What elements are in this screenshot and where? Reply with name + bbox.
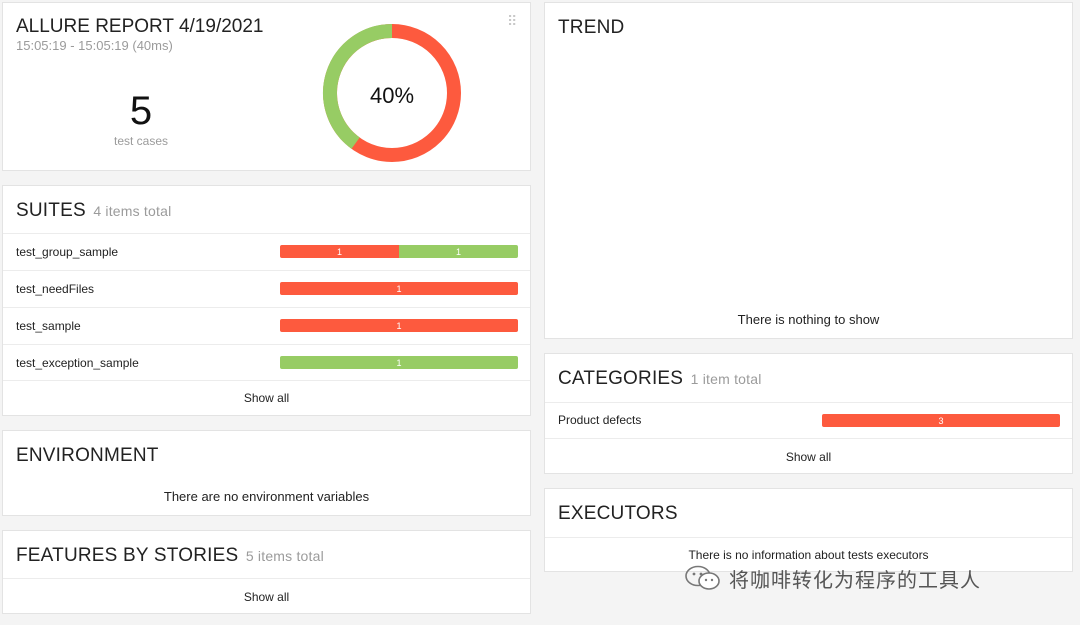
categories-widget: CATEGORIES 1 item total Product defects … <box>544 353 1073 474</box>
features-total: 5 items total <box>245 548 324 564</box>
watermark: 将咖啡转化为程序的工具人 <box>683 563 981 593</box>
test-case-count-label: test cases <box>113 134 169 148</box>
suite-status-bar[interactable]: 1 <box>280 356 518 369</box>
executors-title: EXECUTORS <box>558 503 678 524</box>
category-status-bar[interactable]: 3 <box>822 414 1060 427</box>
suites-widget: SUITES 4 items total test_group_sample 1… <box>2 185 531 416</box>
failed-segment[interactable]: 1 <box>280 282 518 295</box>
trend-widget: TREND There is nothing to show <box>544 2 1073 339</box>
features-title: FEATURES BY STORIES <box>16 545 239 566</box>
failed-segment[interactable]: 1 <box>280 319 518 332</box>
show-all-row: Show all <box>545 438 1072 474</box>
summary-time: 15:05:19 - 15:05:19 (40ms) <box>16 38 173 53</box>
test-case-count: 5 <box>129 89 153 133</box>
suite-row[interactable]: test_exception_sample 1 <box>3 344 530 380</box>
features-show-all-link[interactable]: Show all <box>3 590 530 604</box>
suite-name: test_exception_sample <box>16 356 139 370</box>
environment-empty-message: There are no environment variables <box>163 489 370 504</box>
show-all-row: Show all <box>3 578 530 614</box>
features-widget: FEATURES BY STORIES 5 items total Show a… <box>2 530 531 614</box>
suites-show-all-link[interactable]: Show all <box>3 391 530 405</box>
suite-status-bar[interactable]: 1 <box>280 319 518 332</box>
suite-name: test_sample <box>16 319 81 333</box>
categories-title: CATEGORIES <box>558 368 684 389</box>
suites-total: 4 items total <box>93 203 172 219</box>
suite-row[interactable]: test_group_sample 1 1 <box>3 233 530 270</box>
trend-title: TREND <box>558 17 625 38</box>
categories-show-all-link[interactable]: Show all <box>545 450 1072 464</box>
summary-title: ALLURE REPORT 4/19/2021 <box>16 16 264 37</box>
executors-widget: EXECUTORS There is no information about … <box>544 488 1073 572</box>
category-name: Product defects <box>558 413 642 427</box>
features-header: FEATURES BY STORIES 5 items total <box>16 545 324 567</box>
defect-count-segment[interactable]: 3 <box>822 414 1060 427</box>
wechat-icon <box>685 565 720 590</box>
watermark-text: 将咖啡转化为程序的工具人 <box>729 567 981 592</box>
drag-handle-icon[interactable]: ⠿ <box>507 13 517 30</box>
show-all-row: Show all <box>3 380 530 416</box>
suites-header: SUITES 4 items total <box>16 200 171 222</box>
categories-header: CATEGORIES 1 item total <box>558 368 762 390</box>
passed-segment[interactable]: 1 <box>399 245 518 258</box>
passed-segment[interactable]: 1 <box>280 356 518 369</box>
environment-widget: ENVIRONMENT There are no environment var… <box>2 430 531 516</box>
suite-status-bar[interactable]: 1 1 <box>280 245 518 258</box>
trend-empty-message: There is nothing to show <box>737 312 880 327</box>
suite-row[interactable]: test_sample 1 <box>3 307 530 344</box>
pass-rate-percent: 40% <box>369 83 415 108</box>
suite-status-bar[interactable]: 1 <box>280 282 518 295</box>
suite-name: test_group_sample <box>16 245 119 259</box>
suite-name: test_needFiles <box>16 282 95 296</box>
suites-title: SUITES <box>16 200 86 221</box>
summary-widget: ALLURE REPORT 4/19/2021 15:05:19 - 15:05… <box>2 2 531 171</box>
category-row[interactable]: Product defects 3 <box>545 402 1072 438</box>
executors-empty-message: There is no information about tests exec… <box>688 548 929 562</box>
failed-segment[interactable]: 1 <box>280 245 399 258</box>
categories-total: 1 item total <box>690 371 762 387</box>
suite-row[interactable]: test_needFiles 1 <box>3 270 530 307</box>
environment-title: ENVIRONMENT <box>16 445 159 466</box>
